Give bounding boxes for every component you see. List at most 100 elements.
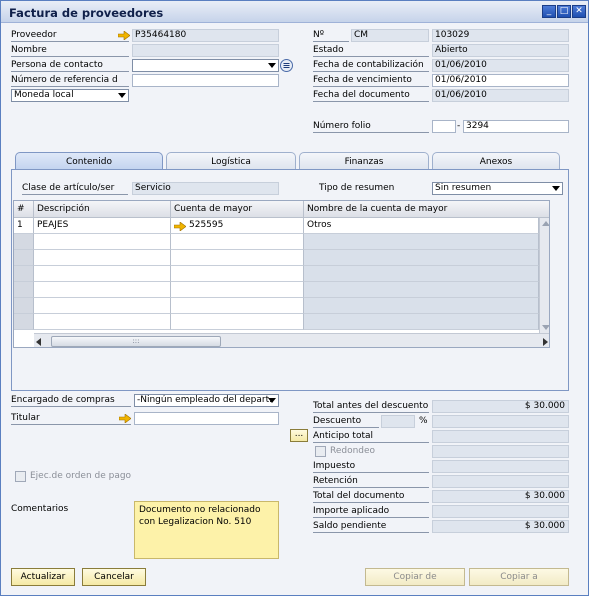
encargado-dropdown[interactable]: -Ningún empleado del depart. [134, 394, 279, 407]
cuenta-cell[interactable] [171, 234, 304, 250]
cuenta-cell[interactable] [171, 282, 304, 298]
persona-contacto-dropdown[interactable] [132, 59, 279, 72]
anticipo-field[interactable] [432, 430, 569, 443]
cancelar-button[interactable]: Cancelar [82, 568, 146, 586]
descripcion-cell[interactable] [34, 298, 171, 314]
descuento-pct-field[interactable] [381, 415, 415, 428]
redondeo-checkbox[interactable] [315, 446, 326, 457]
col-header-num[interactable]: # [14, 201, 34, 218]
clase-articulo-field[interactable]: Servicio [132, 182, 279, 195]
descripcion-cell[interactable] [34, 266, 171, 282]
maximize-button[interactable]: □ [557, 5, 571, 18]
tipo-resumen-dropdown[interactable]: Sin resumen [432, 182, 563, 195]
impuesto-field[interactable] [432, 460, 569, 473]
proveedor-field[interactable]: P35464180 [132, 29, 279, 42]
tab-contenido[interactable]: Contenido [15, 152, 163, 170]
nombre-cuenta-cell[interactable] [304, 266, 539, 282]
fecha-contab-field[interactable]: 01/06/2010 [432, 59, 569, 72]
col-header-cuenta[interactable]: Cuenta de mayor [171, 201, 304, 218]
saldo-pendiente-field[interactable]: $ 30.000 [432, 520, 569, 533]
nombre-cuenta-cell[interactable] [304, 298, 539, 314]
descripcion-cell[interactable] [34, 314, 171, 330]
row-number[interactable]: 1 [14, 218, 34, 234]
link-arrow-icon[interactable] [118, 31, 130, 40]
nombre-field[interactable] [132, 44, 279, 57]
ejec-orden-checkbox[interactable] [15, 471, 26, 482]
descripcion-cell[interactable] [34, 234, 171, 250]
scroll-up-icon[interactable] [542, 221, 549, 226]
cuenta-cell[interactable] [171, 250, 304, 266]
list-icon[interactable] [280, 59, 293, 72]
scroll-down-icon[interactable] [542, 325, 549, 330]
actualizar-button[interactable]: Actualizar [11, 568, 75, 586]
total-antes-field[interactable]: $ 30.000 [432, 400, 569, 413]
folio-field[interactable]: 3294 [463, 120, 569, 133]
close-button[interactable]: ✕ [572, 5, 586, 18]
descripcion-cell[interactable] [34, 250, 171, 266]
retencion-field[interactable] [432, 475, 569, 488]
importe-aplicado-label: Importe aplicado [313, 505, 429, 518]
numero-folio-label: Número folio [313, 120, 429, 133]
row-handle[interactable] [14, 282, 34, 298]
total-documento-field[interactable]: $ 30.000 [432, 490, 569, 503]
scroll-right-icon[interactable] [543, 338, 548, 346]
folio-separator: - [457, 121, 461, 131]
estado-field[interactable]: Abierto [432, 44, 569, 57]
chevron-down-icon [268, 63, 276, 68]
nombre-cuenta-cell[interactable] [304, 250, 539, 266]
descripcion-cell[interactable]: PEAJES [34, 218, 171, 234]
anticipo-label: Anticipo total [313, 430, 429, 443]
copiar-de-button[interactable]: Copiar de [365, 568, 465, 586]
link-arrow-icon[interactable] [119, 414, 131, 423]
encargado-value: -Ningún empleado del depart. [137, 395, 272, 405]
anticipo-ellipsis-button[interactable]: ... [290, 429, 308, 442]
row-handle[interactable] [14, 250, 34, 266]
horizontal-scrollbar[interactable]: ::: [34, 333, 549, 347]
row-handle[interactable] [14, 314, 34, 330]
col-header-descripcion[interactable]: Descripción [34, 201, 171, 218]
comentarios-label: Comentarios [11, 504, 69, 514]
importe-aplicado-field[interactable] [432, 505, 569, 518]
minimize-button[interactable]: _ [542, 5, 556, 18]
scroll-left-icon[interactable] [36, 338, 41, 346]
cuenta-cell[interactable] [171, 298, 304, 314]
descripcion-cell[interactable] [34, 282, 171, 298]
comentarios-textarea[interactable]: Documento no relacionado con Legalizacio… [134, 501, 279, 559]
fecha-contab-label: Fecha de contabilización [313, 59, 429, 72]
invoice-window: Factura de proveedores _ □ ✕ Proveedor P… [0, 0, 589, 596]
link-arrow-icon[interactable] [174, 222, 186, 231]
referencia-field[interactable] [132, 74, 279, 87]
series-field[interactable]: CM [351, 29, 429, 42]
tab-logistica[interactable]: Logística [166, 152, 296, 170]
estado-label: Estado [313, 44, 429, 57]
persona-contacto-label: Persona de contacto [11, 59, 129, 72]
redondeo-field[interactable] [432, 445, 569, 458]
folio-prefix-field[interactable] [432, 120, 456, 133]
col-header-nombre-cuenta[interactable]: Nombre de la cuenta de mayor [304, 201, 549, 218]
row-handle[interactable] [14, 266, 34, 282]
nombre-cuenta-cell[interactable]: Otros [304, 218, 539, 234]
row-handle[interactable] [14, 298, 34, 314]
doc-number-field[interactable]: 103029 [432, 29, 569, 42]
titular-label: Titular [11, 412, 131, 425]
nombre-cuenta-cell[interactable] [304, 282, 539, 298]
cuenta-cell[interactable] [171, 266, 304, 282]
fecha-doc-field[interactable]: 01/06/2010 [432, 89, 569, 102]
vertical-scrollbar[interactable] [539, 218, 549, 333]
nombre-cuenta-cell[interactable] [304, 314, 539, 330]
fecha-venc-field[interactable]: 01/06/2010 [432, 74, 569, 87]
nombre-cuenta-cell[interactable] [304, 234, 539, 250]
retencion-label: Retención [313, 475, 429, 488]
copiar-a-button[interactable]: Copiar a [469, 568, 569, 586]
window-title: Factura de proveedores [9, 6, 164, 20]
scroll-thumb[interactable]: ::: [51, 336, 221, 347]
descuento-field[interactable] [432, 415, 569, 428]
chevron-down-icon [118, 93, 126, 98]
tab-anexos[interactable]: Anexos [432, 152, 560, 170]
moneda-dropdown[interactable]: Moneda local [11, 89, 129, 102]
cuenta-cell[interactable]: 525595 [171, 218, 304, 234]
row-handle[interactable] [14, 234, 34, 250]
cuenta-cell[interactable] [171, 314, 304, 330]
titular-field[interactable] [134, 412, 279, 425]
tab-finanzas[interactable]: Finanzas [299, 152, 429, 170]
